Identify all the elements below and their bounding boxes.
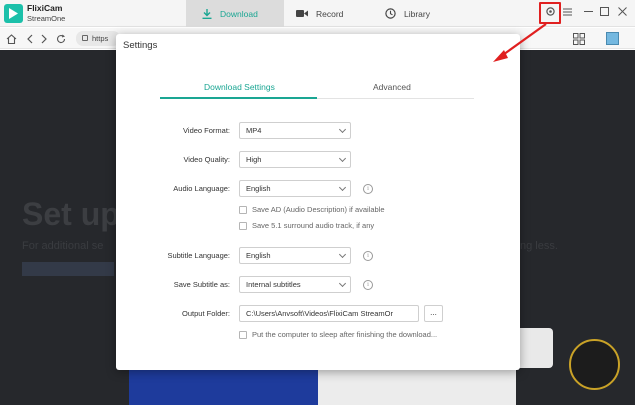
- tab-library-label: Library: [404, 8, 430, 19]
- chevron-down-icon: [338, 183, 347, 192]
- close-window-button[interactable]: [612, 3, 632, 23]
- url-bar[interactable]: https: [76, 31, 120, 46]
- url-text: https: [92, 34, 109, 43]
- save-51-checkbox[interactable]: [239, 222, 247, 230]
- home-icon[interactable]: [5, 32, 18, 45]
- subtitle-language-label: Subtitle Language:: [167, 251, 230, 260]
- audio-language-value: English: [246, 184, 271, 193]
- chevron-down-icon: [338, 279, 347, 288]
- background-headline: Set up: [22, 196, 120, 232]
- audio-language-select[interactable]: English: [239, 180, 351, 197]
- save-subtitle-label: Save Subtitle as:: [173, 280, 230, 289]
- chevron-down-icon: [338, 125, 347, 134]
- background-text-right: ng less.: [520, 240, 558, 252]
- video-quality-value: High: [246, 155, 262, 164]
- settings-title: Settings: [123, 40, 158, 51]
- save-51-label: Save 5.1 surround audio track, if any: [252, 221, 375, 230]
- sleep-checkbox[interactable]: [239, 331, 247, 339]
- save-ad-checkbox[interactable]: [239, 206, 247, 214]
- chevron-down-icon: [338, 250, 347, 259]
- minimize-icon: [583, 7, 593, 19]
- maximize-button[interactable]: [594, 3, 614, 23]
- video-format-value: MP4: [246, 126, 262, 135]
- close-icon: [617, 7, 627, 19]
- hamburger-icon: [562, 8, 572, 19]
- app-logo: [4, 4, 23, 23]
- info-icon[interactable]: i: [363, 251, 373, 261]
- browse-folder-button[interactable]: ...: [424, 305, 443, 322]
- active-tab-indicator: [160, 97, 317, 99]
- forward-icon[interactable]: [38, 32, 51, 45]
- subtitle-language-select[interactable]: English: [239, 247, 351, 264]
- tab-library[interactable]: Library: [385, 0, 430, 27]
- save-subtitle-value: Internal subtitles: [246, 280, 301, 289]
- app-subtitle: StreamOne: [27, 14, 66, 23]
- tab-download-settings[interactable]: Download Settings: [204, 82, 275, 92]
- maximize-icon: [599, 7, 609, 19]
- download-icon: [202, 8, 212, 19]
- tab-download-label: Download: [220, 8, 258, 19]
- video-format-select[interactable]: MP4: [239, 122, 351, 139]
- output-folder-input[interactable]: C:\Users\Anvsoft\Videos\FlixiCam StreamO…: [239, 305, 419, 322]
- download-list-icon[interactable]: [606, 32, 619, 45]
- video-format-label: Video Format:: [183, 126, 230, 135]
- gear-icon: [545, 6, 556, 20]
- floating-action-circle[interactable]: [569, 339, 620, 390]
- tab-record-label: Record: [316, 8, 344, 19]
- sleep-label: Put the computer to sleep after finishin…: [252, 330, 438, 339]
- app-name: FlixiCam: [27, 3, 63, 13]
- tab-download[interactable]: Download: [186, 0, 284, 27]
- save-ad-label: Save AD (Audio Description) if available: [252, 205, 385, 214]
- back-icon[interactable]: [23, 32, 36, 45]
- video-quality-label: Video Quality:: [183, 155, 230, 164]
- info-icon[interactable]: i: [363, 184, 373, 194]
- tab-advanced[interactable]: Advanced: [373, 82, 411, 92]
- lock-icon: [82, 35, 88, 41]
- save-subtitle-select[interactable]: Internal subtitles: [239, 276, 351, 293]
- refresh-icon[interactable]: [54, 32, 67, 45]
- tab-record[interactable]: Record: [296, 0, 343, 27]
- output-folder-label: Output Folder:: [182, 309, 230, 318]
- background-text-left: For additional se: [22, 240, 104, 252]
- subtitle-language-value: English: [246, 251, 271, 260]
- camera-icon: [296, 9, 308, 18]
- annotation-arrow: [493, 23, 547, 62]
- background-button: [22, 262, 114, 276]
- settings-dialog: Settings Download Settings Advanced Vide…: [116, 34, 520, 370]
- grid-icon[interactable]: [573, 32, 585, 50]
- menu-button[interactable]: [557, 3, 577, 23]
- audio-language-label: Audio Language:: [173, 184, 230, 193]
- info-icon[interactable]: i: [363, 280, 373, 290]
- chevron-down-icon: [338, 154, 347, 163]
- clock-icon: [385, 8, 396, 19]
- video-quality-select[interactable]: High: [239, 151, 351, 168]
